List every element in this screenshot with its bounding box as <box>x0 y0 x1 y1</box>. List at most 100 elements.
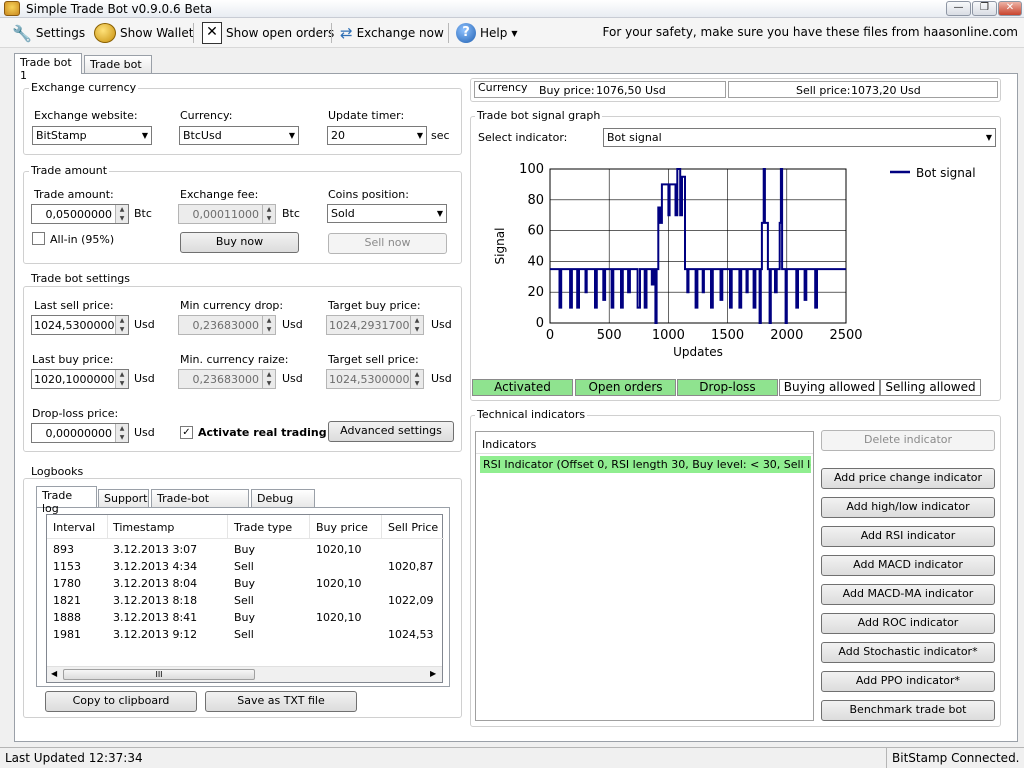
buy-price-box: Currency Buy price: 1076,50 Usd <box>474 81 726 98</box>
update-timer-value: 20 <box>331 129 345 142</box>
spin-buttons[interactable]: ▲ ▼ <box>115 316 128 334</box>
indicator-list-item[interactable]: RSI Indicator (Offset 0, RSI length 30, … <box>480 456 811 473</box>
add-stochastic-indicator-button[interactable]: Add Stochastic indicator* <box>821 642 995 663</box>
all-in-checkbox[interactable] <box>32 232 45 245</box>
real-trading-label: Activate real trading <box>198 426 327 439</box>
legend-label: Bot signal <box>916 166 976 180</box>
drop-loss-price-value: 0,00000000 <box>45 427 112 440</box>
select-indicator-select[interactable]: Bot signal ▼ <box>603 128 996 147</box>
maximize-button[interactable]: ❐ <box>972 1 997 16</box>
tab-trade-bot-signals[interactable]: Trade-bot signals <box>151 489 249 518</box>
last-sell-price-input[interactable]: 1024,53000000 ▲ ▼ <box>31 315 129 335</box>
table-cell: 1981 <box>53 628 81 641</box>
table-row[interactable]: 1821 3.12.2013 8:18 Sell 1022,09 <box>47 593 442 610</box>
tab-trade-log[interactable]: Trade log <box>36 486 97 515</box>
benchmark-trade-bot-button[interactable]: Benchmark trade bot <box>821 700 995 721</box>
x-tick-label: 0 <box>546 328 554 343</box>
add-rsi-indicator-button[interactable]: Add RSI indicator <box>821 526 995 547</box>
tab-trade-bot-1[interactable]: Trade bot 1 <box>14 53 82 82</box>
chevron-down-icon: ▼ <box>288 131 295 140</box>
table-row[interactable]: 1153 3.12.2013 4:34 Sell 1020,87 <box>47 559 442 576</box>
min-currency-drop-input: 0,23683000 ▲ ▼ <box>178 315 276 335</box>
spin-buttons[interactable]: ▲ ▼ <box>115 370 128 388</box>
indicator-list-header-label: Indicators <box>482 438 537 451</box>
trade-amount-input[interactable]: 0,05000000 ▲ ▼ <box>31 204 129 224</box>
toolbar-separator <box>193 23 194 43</box>
last-buy-price-input[interactable]: 1020,10000000 ▲ ▼ <box>31 369 129 389</box>
table-cell: Sell <box>234 628 254 641</box>
table-row[interactable]: 1780 3.12.2013 8:04 Buy 1020,10 <box>47 576 442 593</box>
exchange-now-label: Exchange now <box>356 26 444 40</box>
x-tick-label: 2500 <box>829 328 862 343</box>
sell-price-label: Sell price: <box>796 84 851 97</box>
currency-select[interactable]: BtcUsd ▼ <box>179 126 299 145</box>
horizontal-scrollbar[interactable]: ◀ III ▶ <box>47 666 442 682</box>
y-tick-label: 80 <box>527 193 544 208</box>
chevron-left-icon[interactable]: ◀ <box>51 669 57 678</box>
table-cell: 3.12.2013 8:41 <box>113 611 198 624</box>
table-row[interactable]: 1981 3.12.2013 9:12 Sell 1024,53 <box>47 627 442 644</box>
update-timer-select[interactable]: 20 ▼ <box>327 126 427 145</box>
close-button[interactable]: ✕ <box>998 1 1022 16</box>
show-wallet-button[interactable]: Show Wallet <box>92 21 195 45</box>
trade-amount-label: Trade amount: <box>34 188 114 201</box>
add-price-change-indicator-button[interactable]: Add price change indicator <box>821 468 995 489</box>
add-macd-indicator-button[interactable]: Add MACD indicator <box>821 555 995 576</box>
spin-buttons[interactable]: ▲ ▼ <box>115 205 128 223</box>
real-trading-checkbox[interactable]: ✓ <box>180 426 193 439</box>
table-row[interactable]: 1888 3.12.2013 8:41 Buy 1020,10 <box>47 610 442 627</box>
show-open-orders-label: Show open orders <box>226 26 335 40</box>
advanced-settings-button[interactable]: Advanced settings <box>328 421 454 442</box>
select-indicator-label: Select indicator: <box>478 131 568 144</box>
column-header[interactable]: Trade type <box>234 521 292 534</box>
show-open-orders-button[interactable]: ✕ Show open orders <box>200 21 336 45</box>
last-updated-text: Last Updated 12:37:34 <box>5 751 143 765</box>
chevron-down-icon: ▼ <box>511 28 518 38</box>
exchange-fee-label: Exchange fee: <box>180 188 259 201</box>
tab-trade-bot-2[interactable]: Trade bot 2 <box>84 55 152 84</box>
table-row[interactable]: 893 3.12.2013 3:07 Buy 1020,10 <box>47 542 442 559</box>
column-header[interactable]: Timestamp <box>113 521 174 534</box>
exchange-fee-unit: Btc <box>282 207 300 220</box>
y-tick-label: 60 <box>527 224 544 239</box>
help-menu-button[interactable]: ? Help ▼ <box>454 21 520 45</box>
scrollbar-thumb[interactable]: III <box>63 669 255 680</box>
unit-usd: Usd <box>431 318 452 331</box>
column-header[interactable]: Buy price <box>316 521 368 534</box>
exchange-arrows-icon: ⇄ <box>340 24 353 42</box>
show-wallet-label: Show Wallet <box>120 26 194 40</box>
table-cell: 1020,10 <box>316 611 362 624</box>
save-txt-button[interactable]: Save as TXT file <box>205 691 357 712</box>
add-roc-indicator-button[interactable]: Add ROC indicator <box>821 613 995 634</box>
wrench-icon: 🔧 <box>12 23 32 43</box>
window-title: Simple Trade Bot v0.9.0.6 Beta <box>26 2 213 16</box>
sell-now-button: Sell now <box>328 233 447 254</box>
exchange-now-button[interactable]: ⇄ Exchange now <box>338 21 446 45</box>
target-sell-price-input: 1024,53000000 ▲ ▼ <box>326 369 424 389</box>
settings-button[interactable]: 🔧 Settings <box>10 21 87 45</box>
add-macd-ma-indicator-button[interactable]: Add MACD-MA indicator <box>821 584 995 605</box>
table-cell: Buy <box>234 611 256 624</box>
minimize-button[interactable]: — <box>946 1 971 16</box>
table-cell: 1888 <box>53 611 81 624</box>
trade-amount-value: 0,05000000 <box>45 208 112 221</box>
buy-now-button[interactable]: Buy now <box>180 232 299 253</box>
add-high-low-indicator-button[interactable]: Add high/low indicator <box>821 497 995 518</box>
spin-buttons[interactable]: ▲ ▼ <box>115 424 128 442</box>
chevron-down-icon: ▼ <box>985 133 992 142</box>
exchange-website-select[interactable]: BitStamp ▼ <box>32 126 152 145</box>
min-currency-raize-value: 0,23683000 <box>192 373 259 386</box>
spin-buttons: ▲ ▼ <box>262 370 275 388</box>
drop-loss-price-input[interactable]: 0,00000000 ▲ ▼ <box>31 423 129 443</box>
target-buy-price-input: 1024,29317000 ▲ ▼ <box>326 315 424 335</box>
coins-position-select[interactable]: Sold ▼ <box>327 204 447 223</box>
tab-support[interactable]: Support <box>98 489 149 508</box>
coins-position-value: Sold <box>331 207 355 220</box>
add-ppo-indicator-button[interactable]: Add PPO indicator* <box>821 671 995 692</box>
copy-to-clipboard-button[interactable]: Copy to clipboard <box>45 691 197 712</box>
chevron-right-icon[interactable]: ▶ <box>430 669 436 678</box>
tab-debug-log[interactable]: Debug log <box>251 489 315 518</box>
column-header[interactable]: Interval <box>53 521 95 534</box>
help-label: Help <box>480 26 508 40</box>
column-header[interactable]: Sell Price <box>388 521 438 534</box>
